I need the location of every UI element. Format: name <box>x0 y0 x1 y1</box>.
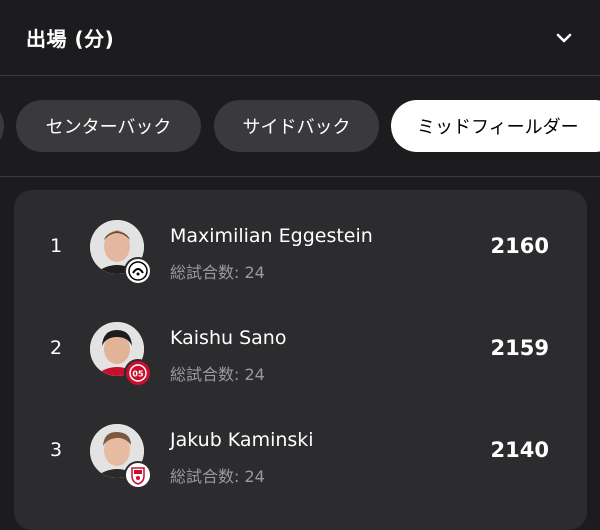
player-rank: 1 <box>50 235 63 257</box>
player-name: Maximilian Eggestein <box>170 225 373 247</box>
player-name: Jakub Kaminski <box>170 429 314 451</box>
player-row[interactable]: 1 Maximilian Eggestein 総試合数: 24 2160 <box>14 195 587 297</box>
player-matches: 総試合数: 24 <box>170 467 265 486</box>
koln-crest-icon <box>124 461 152 489</box>
position-filter-bar[interactable]: センターバック サイドバック ミッドフィールダー <box>0 76 600 177</box>
player-minutes: 2160 <box>490 234 549 258</box>
player-minutes: 2159 <box>490 336 549 360</box>
mainz-05-crest-icon: 05 <box>124 359 152 387</box>
leaderboard-card: 1 Maximilian Eggestein 総試合数: 24 2160 2 0… <box>14 190 587 530</box>
stat-title: 出場 (分) <box>26 27 115 51</box>
svg-text:05: 05 <box>132 370 144 379</box>
player-name: Kaishu Sano <box>170 327 287 349</box>
player-minutes: 2140 <box>490 438 549 462</box>
player-matches: 総試合数: 24 <box>170 263 265 282</box>
player-rank: 2 <box>50 337 63 359</box>
position-chip-previous[interactable] <box>0 100 4 152</box>
position-chip-side-back[interactable]: サイドバック <box>214 100 379 152</box>
freiburg-crest-icon <box>124 257 152 285</box>
player-row[interactable]: 2 05 Kaishu Sano 総試合数: 24 2159 <box>14 297 587 399</box>
chevron-down-icon[interactable] <box>556 30 572 46</box>
player-matches: 総試合数: 24 <box>170 365 265 384</box>
position-chip-midfielder[interactable]: ミッドフィールダー <box>391 100 600 152</box>
player-rank: 3 <box>50 439 63 461</box>
position-chip-center-back[interactable]: センターバック <box>16 100 201 152</box>
player-row[interactable]: 3 Jakub Kaminski 総試合数: 24 2140 <box>14 399 587 501</box>
stat-header[interactable]: 出場 (分) <box>0 0 600 76</box>
